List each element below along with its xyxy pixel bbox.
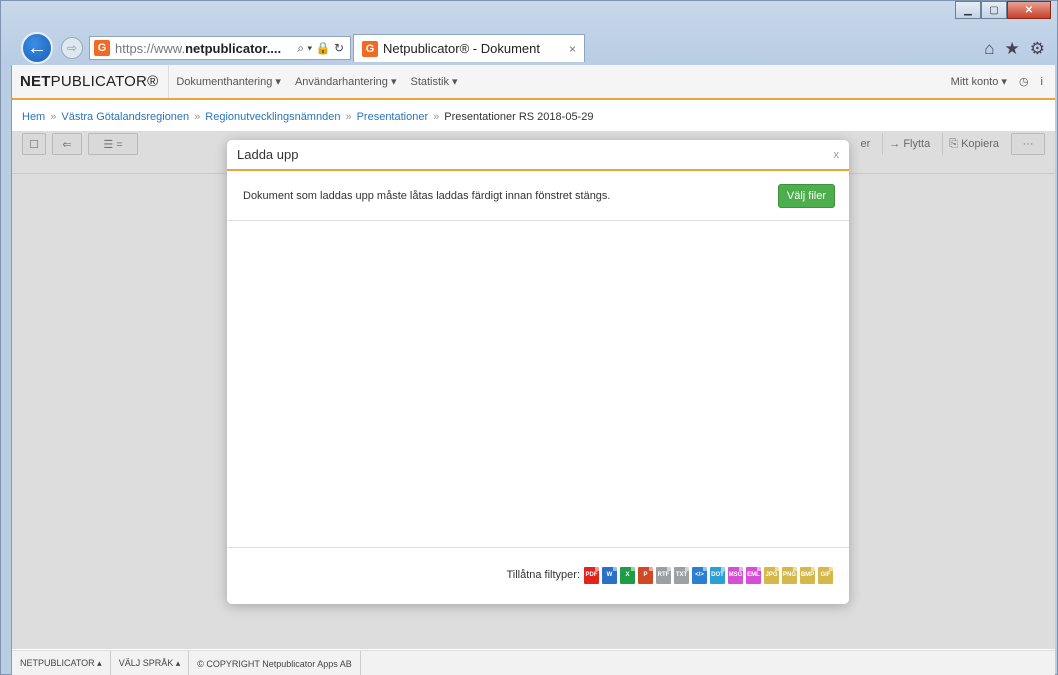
tab-close-icon[interactable]: × [569,42,576,56]
footer-netpublicator[interactable]: NETPUBLICATOR ▴ [12,651,111,675]
star-icon[interactable]: ★ [1005,39,1020,59]
forward-arrow-icon: ⇨ [66,41,78,55]
breadcrumb-item[interactable]: Hem [22,111,45,123]
filetype-icon: PNG [782,566,797,584]
back-arrow-icon: ← [27,36,47,59]
url-field[interactable]: G https://www. netpublicator.... ⌕ ▾ 🔒 ↻ [89,36,351,60]
filetype-icon: W [602,566,617,584]
minimize-button[interactable]: ▁ [955,1,981,19]
address-bar-row: ← ⇨ G https://www. netpublicator.... ⌕ ▾ … [1,31,1058,65]
filetype-icon: RTF [656,566,671,584]
breadcrumb-separator: » [433,111,440,123]
breadcrumb-separator: » [345,111,352,123]
nav-statistik[interactable]: Statistik ▾ [403,75,464,88]
filetype-icon: BMP [800,566,815,584]
forward-button[interactable]: ⇨ [61,37,83,59]
footer-language[interactable]: VÄLJ SPRÅK ▴ [111,651,190,675]
breadcrumb-item[interactable]: Regionutvecklingsnämnden [205,111,340,123]
filetype-icon: MSG [728,566,743,584]
back-button[interactable]: ← [21,32,53,64]
account-menu[interactable]: Mitt konto ▾ [951,75,1007,88]
browser-window: ▁ ▢ ✕ ← ⇨ G https://www. netpublicator...… [0,0,1058,675]
breadcrumb-separator: » [50,111,57,123]
app-logo[interactable]: NET PUBLICATOR® [12,65,170,98]
tab-favicon-icon: G [362,40,378,57]
breadcrumb-separator: » [194,111,201,123]
gear-icon[interactable]: ⚙ [1030,39,1045,59]
footer-copyright: © COPYRIGHT Netpublicator Apps AB [189,651,361,675]
filetype-icon: P [638,566,653,584]
dialog-close-button[interactable]: x [834,149,840,161]
home-icon[interactable]: ⌂ [984,39,994,59]
url-tools[interactable]: ⌕ ▾ 🔒 ↻ [297,41,344,56]
dialog-header: Ladda upp x [227,140,849,171]
filetype-icon: </> [692,566,707,584]
breadcrumb: Hem » Västra Götalandsregionen » Regionutvec… [12,100,1055,130]
filetypes-label: Tillåtna filtyper: [506,569,580,581]
clock-icon[interactable]: ◷ [1019,75,1029,88]
filetype-icon: EML [746,566,761,584]
logo-rest: PUBLICATOR® [50,73,159,90]
nav-anvandarhantering[interactable]: Användarhantering ▾ [288,75,404,88]
maximize-button[interactable]: ▢ [981,1,1007,19]
filetype-icon: JPG [764,566,779,584]
filetype-icon: X [620,566,635,584]
breadcrumb-item[interactable]: Presentationer [357,111,429,123]
nav-right: Mitt konto ▾ ◷ i [951,75,1055,89]
browser-tab[interactable]: G Netpublicator® - Dokument × [353,34,585,62]
info-icon[interactable]: i [1041,76,1043,88]
dialog-footer: Tillåtna filtyper: PDF W X P RTF TXT </> DOT MSG… [227,548,849,602]
upload-dialog: Ladda upp x Dokument som laddas upp måst… [227,140,849,604]
top-navigation: NET PUBLICATOR® Dokumenthantering ▾ Använ… [12,65,1055,99]
filetype-icon: DOT [710,566,725,584]
dialog-info-text: Dokument som laddas upp måste låtas ladd… [243,189,611,202]
filetypes-list: PDF W X P RTF TXT </> DOT MSG EML JPG PNG BMP GIF [584,566,833,584]
dialog-info-row: Dokument som laddas upp måste låtas ladd… [227,171,849,221]
breadcrumb-current: Presentationer RS 2018-05-29 [444,111,594,123]
footer: NETPUBLICATOR ▴ VÄLJ SPRÅK ▴ © COPYRIGHT… [12,650,1055,675]
site-favicon-icon: G [94,40,110,56]
close-window-button[interactable]: ✕ [1007,1,1051,19]
window-controls: ▁ ▢ ✕ [955,1,1051,19]
filetype-icon: TXT [674,566,689,584]
choose-files-button[interactable]: Välj filer [777,183,835,208]
filetype-icon: PDF [584,566,599,584]
upload-drop-area[interactable] [227,221,849,548]
nav-dokumenthantering[interactable]: Dokumenthantering ▾ [169,75,288,88]
browser-toolbar-icons: ⌂ ★ ⚙ [984,39,1045,59]
url-prefix: https://www. [115,40,186,56]
logo-bold: NET [20,73,51,90]
filetype-icon: GIF [818,566,833,584]
breadcrumb-item[interactable]: Västra Götalandsregionen [61,111,189,123]
tab-title: Netpublicator® - Dokument [383,41,540,56]
dialog-title: Ladda upp [237,147,299,162]
url-domain: netpublicator.... [185,40,282,56]
